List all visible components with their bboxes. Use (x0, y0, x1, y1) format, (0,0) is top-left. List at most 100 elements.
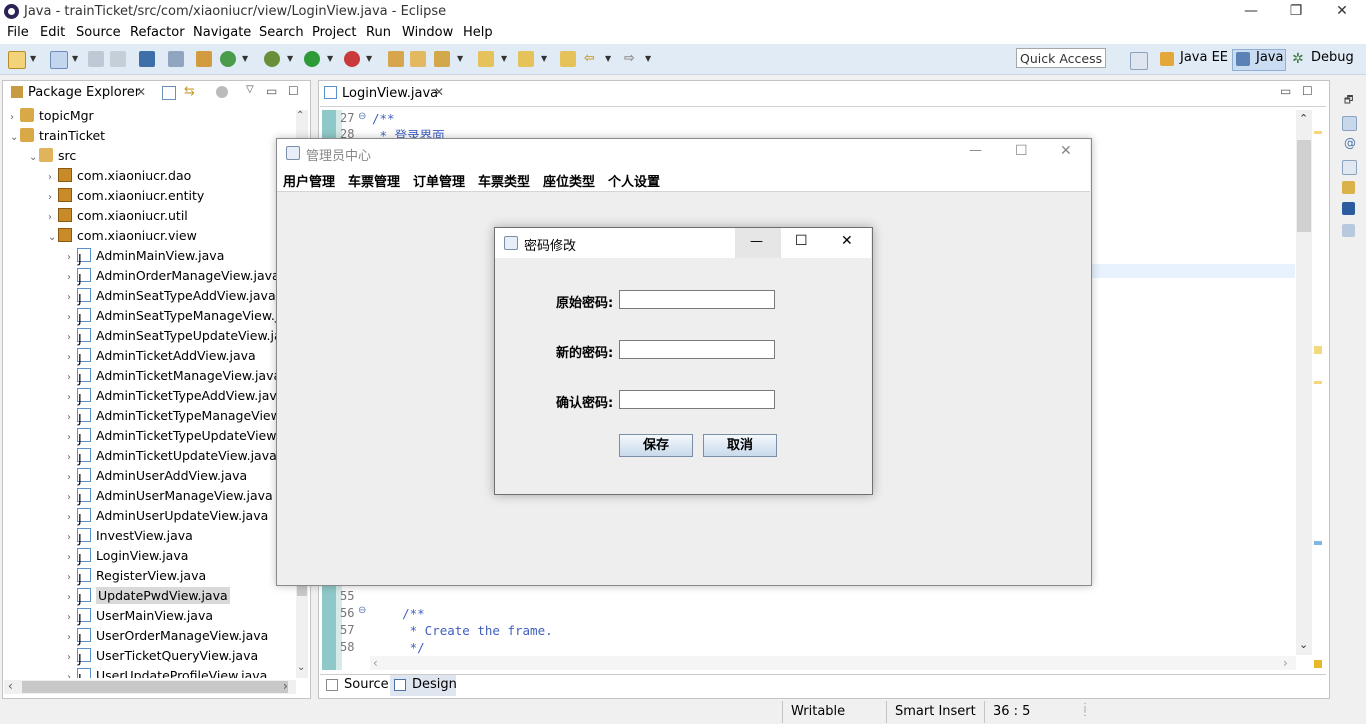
tree-item-java-file[interactable]: › UserTicketQueryView.java (67, 646, 258, 668)
chevron-down-icon[interactable]: ▼ (645, 54, 651, 63)
scroll-left-icon[interactable]: ‹ (8, 679, 13, 693)
open-folder-icon[interactable] (410, 51, 426, 67)
admin-menu-seat-type[interactable]: 座位类型 (543, 171, 595, 190)
fold-icon[interactable]: ⊖ (358, 111, 366, 122)
admin-menu-personal-settings[interactable]: 个人设置 (608, 171, 660, 190)
close-button[interactable]: ✕ (841, 233, 853, 249)
chevron-right-icon[interactable]: › (67, 648, 77, 668)
chevron-down-icon[interactable]: ▼ (501, 54, 507, 63)
close-button[interactable]: ✕ (1319, 0, 1365, 24)
chevron-down-icon[interactable]: ▼ (242, 54, 248, 63)
menu-edit[interactable]: Edit (40, 25, 65, 40)
outline-icon[interactable] (1342, 116, 1357, 131)
chevron-right-icon[interactable]: › (67, 528, 77, 548)
tree-item-package[interactable]: › com.xiaoniucr.util (48, 206, 188, 228)
chevron-right-icon[interactable]: › (67, 248, 77, 268)
open-type-icon[interactable] (388, 51, 404, 67)
chevron-down-icon[interactable]: ▼ (327, 54, 333, 63)
tree-item-java-file[interactable]: › AdminTicketTypeUpdateView. (67, 426, 279, 448)
filter-icon[interactable] (216, 86, 228, 98)
chevron-right-icon[interactable]: › (67, 368, 77, 388)
chevron-right-icon[interactable]: › (67, 328, 77, 348)
tree-item-src[interactable]: ⌄ src (29, 146, 76, 168)
debug-icon[interactable] (264, 51, 280, 67)
perspective-java[interactable]: Java (1256, 50, 1283, 65)
tree-item-java-file[interactable]: › AdminOrderManageView.java (67, 266, 280, 288)
close-icon[interactable]: ✕ (434, 85, 444, 99)
minimize-view-icon[interactable]: ▭ (266, 84, 277, 98)
menu-run[interactable]: Run (366, 25, 391, 40)
chevron-down-icon[interactable]: ▼ (541, 54, 547, 63)
back-icon[interactable]: ⇦ (584, 51, 600, 67)
menu-refactor[interactable]: Refactor (130, 25, 185, 40)
restore-icon[interactable]: 🗗 (1344, 93, 1353, 110)
tree-item-java-file[interactable]: › AdminSeatTypeAddView.java (67, 286, 276, 308)
chevron-right-icon[interactable]: › (48, 168, 58, 188)
tree-item-package[interactable]: ⌄ com.xiaoniucr.view (48, 226, 197, 248)
menu-navigate[interactable]: Navigate (193, 25, 251, 40)
overview-marker[interactable] (1314, 381, 1322, 384)
overview-marker[interactable] (1314, 131, 1322, 134)
admin-menu-user-management[interactable]: 用户管理 (283, 171, 335, 190)
tree-item-java-file[interactable]: › RegisterView.java (67, 566, 206, 588)
chevron-right-icon[interactable]: › (67, 548, 77, 568)
tree-item-java-file[interactable]: › UserMainView.java (67, 606, 213, 628)
menu-file[interactable]: File (7, 25, 29, 40)
close-icon[interactable]: ✕ (136, 85, 146, 99)
code-line[interactable]: /** (372, 606, 425, 621)
scroll-right-icon[interactable]: › (1283, 656, 1288, 670)
tree-item-java-file[interactable]: › AdminUserManageView.java (67, 486, 273, 508)
console-icon[interactable] (139, 51, 155, 67)
tree-item-java-file[interactable]: › AdminTicketAddView.java (67, 346, 256, 368)
save-all-icon[interactable] (110, 51, 126, 67)
forward-icon[interactable]: ⇨ (624, 51, 640, 67)
overview-marker[interactable] (1314, 541, 1322, 545)
link-editor-icon[interactable]: ⇆ (184, 84, 195, 99)
maximize-view-icon[interactable]: ☐ (1302, 84, 1313, 98)
tree-item-java-file[interactable]: › AdminSeatTypeManageView.java (67, 306, 296, 328)
scroll-up-icon[interactable]: ⌃ (296, 110, 304, 121)
editor-scroll-thumb[interactable] (1297, 140, 1311, 232)
refresh-icon[interactable] (220, 51, 236, 67)
perspective-debug[interactable]: Debug (1311, 50, 1354, 65)
tree-item-java-file[interactable]: › AdminMainView.java (67, 246, 224, 268)
scroll-right-icon[interactable]: › (283, 679, 288, 693)
menu-source[interactable]: Source (76, 25, 121, 40)
chevron-right-icon[interactable]: › (48, 208, 58, 228)
skip-breakpoints-icon[interactable] (168, 51, 184, 67)
chevron-right-icon[interactable]: › (67, 348, 77, 368)
collapse-all-icon[interactable] (162, 86, 176, 100)
chevron-down-icon[interactable]: ▼ (287, 54, 293, 63)
admin-menu-order-management[interactable]: 订单管理 (413, 171, 465, 190)
menu-search[interactable]: Search (259, 25, 304, 40)
package-explorer-tab[interactable]: Package Explorer (28, 85, 140, 100)
new-project-icon[interactable] (50, 51, 68, 69)
chevron-down-icon[interactable]: ⌄ (48, 228, 58, 248)
scroll-up-icon[interactable]: ⌃ (1299, 112, 1308, 125)
new-password-field[interactable] (619, 340, 775, 359)
prev-annotation-icon[interactable] (518, 51, 534, 67)
minimize-button[interactable]: — (1228, 0, 1274, 24)
tree-item-java-file[interactable]: › UpdatePwdView.java (67, 586, 230, 608)
problems-icon[interactable] (1342, 181, 1355, 194)
chevron-down-icon[interactable]: ⌄ (29, 148, 39, 168)
tree-item-java-file[interactable]: › AdminSeatTypeUpdateView.java (67, 326, 296, 348)
javadoc-icon[interactable]: @ (1344, 136, 1356, 150)
chevron-right-icon[interactable]: › (67, 308, 77, 328)
menu-window[interactable]: Window (402, 25, 453, 40)
chevron-right-icon[interactable]: › (67, 288, 77, 308)
tree-item-package[interactable]: › com.xiaoniucr.entity (48, 186, 204, 208)
menu-project[interactable]: Project (312, 25, 356, 40)
quick-access-input[interactable]: Quick Access (1016, 48, 1106, 68)
tree-item-java-file[interactable]: › AdminTicketTypeAddView.java (67, 386, 284, 408)
scroll-down-icon[interactable]: ⌄ (1299, 638, 1308, 651)
tree-item-java-file[interactable]: › AdminTicketManageView.java (67, 366, 281, 388)
old-password-field[interactable] (619, 290, 775, 309)
chevron-down-icon[interactable]: ▼ (30, 54, 36, 63)
admin-menu-ticket-type[interactable]: 车票类型 (478, 171, 530, 190)
menu-help[interactable]: Help (463, 25, 493, 40)
chevron-right-icon[interactable]: › (67, 588, 77, 608)
last-edit-icon[interactable] (560, 51, 576, 67)
tree-item-package[interactable]: › com.xiaoniucr.dao (48, 166, 191, 188)
chevron-right-icon[interactable]: › (67, 468, 77, 488)
